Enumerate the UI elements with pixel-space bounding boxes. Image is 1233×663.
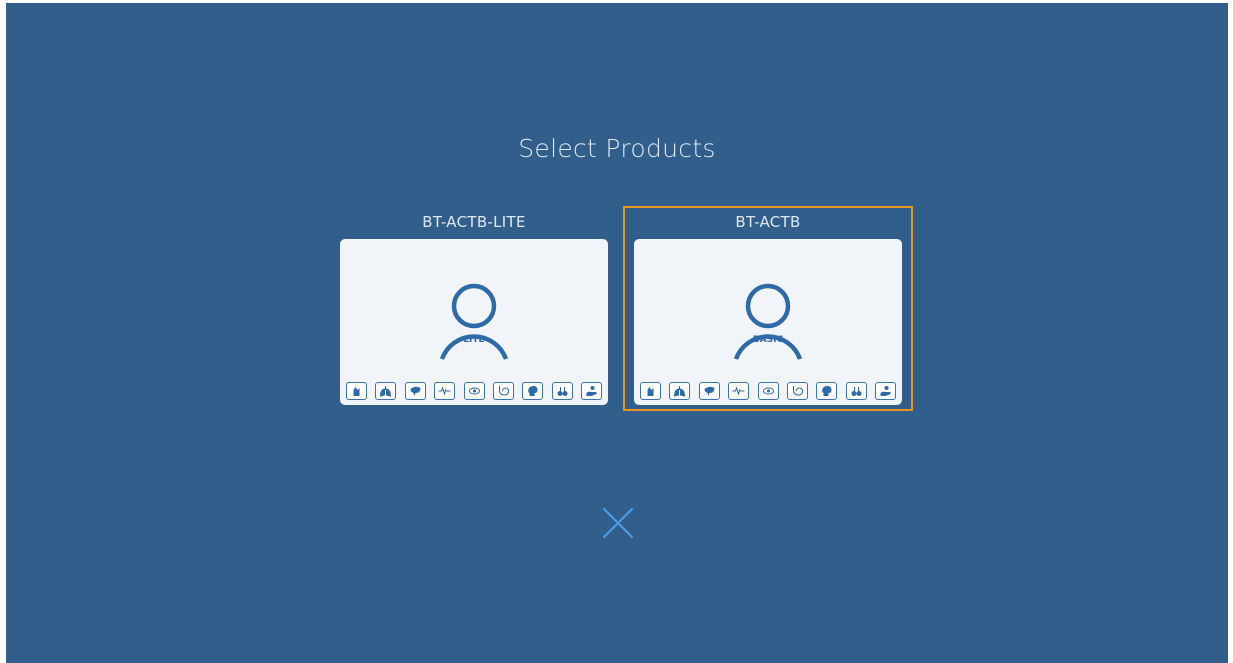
hand-icon	[346, 382, 367, 400]
tier-label: BASIC	[752, 335, 784, 345]
page-title: Select Products	[518, 134, 716, 163]
close-icon[interactable]	[602, 507, 634, 539]
eye-icon	[757, 382, 779, 400]
feature-icons	[640, 382, 896, 402]
kidney-icon	[845, 382, 867, 400]
kidney-icon	[551, 382, 573, 400]
lungs-icon	[669, 382, 691, 400]
head-icon	[522, 382, 544, 400]
product-name: BT-ACTB-LITE	[422, 213, 526, 231]
liver-icon	[404, 382, 426, 400]
product-option-basic[interactable]: BT-ACTB BASIC	[623, 206, 913, 411]
eye-icon	[463, 382, 485, 400]
product-card[interactable]: LITE	[340, 239, 608, 405]
heartbeat-icon	[728, 382, 750, 400]
tier-label: LITE	[463, 335, 485, 345]
stomach-icon	[786, 382, 808, 400]
lungs-icon	[375, 382, 397, 400]
user-avatar-icon	[733, 283, 803, 360]
hand-holding-icon	[581, 382, 602, 400]
hand-icon	[640, 382, 661, 400]
feature-icons	[346, 382, 602, 402]
product-selection-screen: Select Products BT-ACTB-LITE LITE BT-ACT…	[6, 3, 1228, 663]
liver-icon	[698, 382, 720, 400]
product-name: BT-ACTB	[735, 213, 801, 231]
product-option-lite[interactable]: BT-ACTB-LITE LITE	[329, 206, 619, 411]
product-card[interactable]: BASIC	[634, 239, 902, 405]
head-icon	[816, 382, 838, 400]
heartbeat-icon	[434, 382, 456, 400]
hand-holding-icon	[875, 382, 896, 400]
stomach-icon	[492, 382, 514, 400]
user-avatar-icon	[439, 283, 509, 360]
